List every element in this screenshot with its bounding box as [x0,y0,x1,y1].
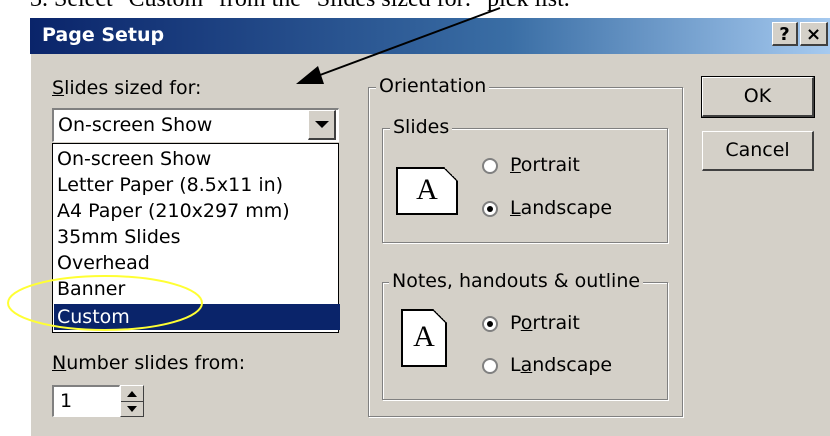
annotation-overlay [7,7,501,331]
annotation-arrow-line [311,7,501,79]
arrow-head-icon [296,66,324,84]
highlight-ellipse [7,275,203,331]
